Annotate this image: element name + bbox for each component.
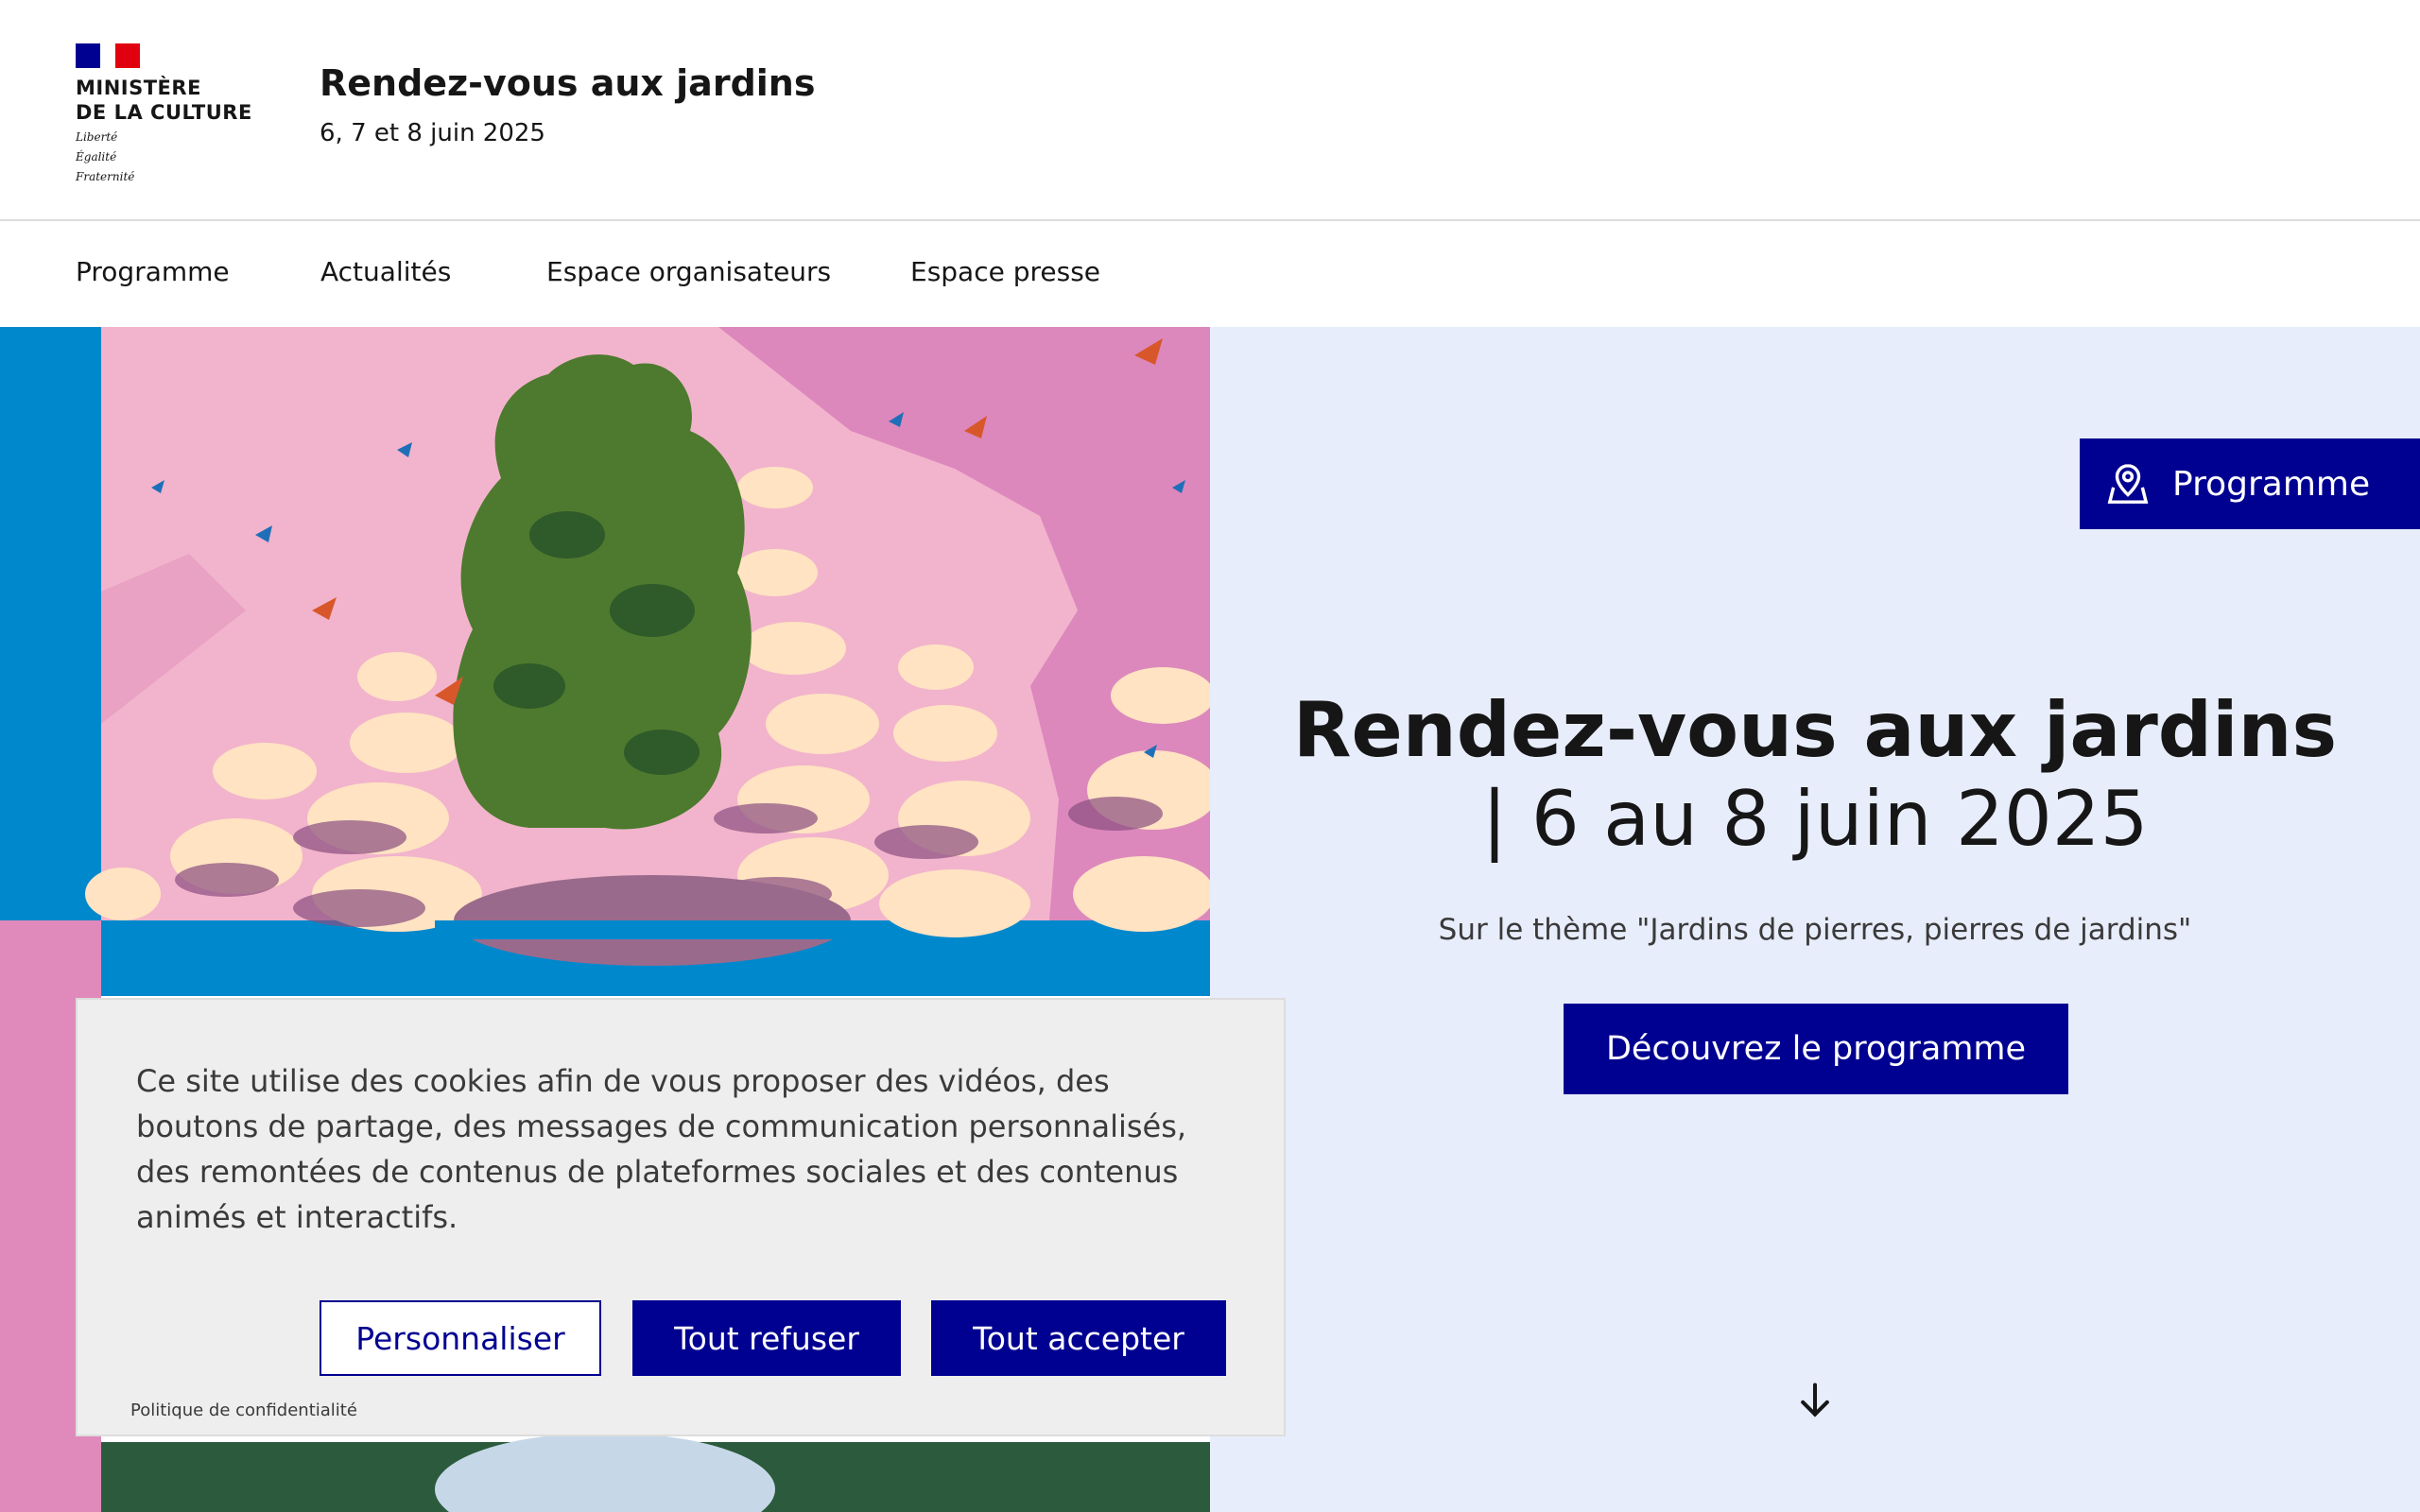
- motto-egalite: Égalité: [76, 150, 117, 163]
- accept-all-button[interactable]: Tout accepter: [931, 1300, 1226, 1376]
- nav-item-actualites[interactable]: Actualités: [320, 223, 451, 327]
- motto-liberte: Liberté: [76, 130, 118, 144]
- refuse-all-button[interactable]: Tout refuser: [632, 1300, 901, 1376]
- customize-button[interactable]: Personnaliser: [320, 1300, 601, 1376]
- ministry-name-line-1: MINISTÈRE: [76, 77, 201, 99]
- discover-program-button[interactable]: Découvrez le programme: [1564, 1004, 2068, 1094]
- ministry-name-line-2: DE LA CULTURE: [76, 101, 252, 124]
- nav-item-programme[interactable]: Programme: [76, 223, 230, 327]
- hero-subtitle: | 6 au 8 juin 2025: [1481, 775, 2149, 863]
- cookie-message: Ce site utilise des cookies afin de vous…: [136, 1063, 1187, 1235]
- hero-theme: Sur le thème "Jardins de pierres, pierre…: [1438, 913, 2192, 947]
- site-dates: 6, 7 et 8 juin 2025: [320, 119, 545, 147]
- hero-panel: Programme Rendez-vous aux jardins | 6 au…: [1210, 327, 2420, 1512]
- arrow-down-icon[interactable]: [1794, 1380, 1836, 1421]
- map-pin-icon: [2107, 464, 2149, 504]
- motto-fraternite: Fraternité: [76, 170, 135, 183]
- nav-item-espace-presse[interactable]: Espace presse: [910, 223, 1100, 327]
- site-title[interactable]: Rendez-vous aux jardins: [320, 62, 815, 104]
- ministry-logo[interactable]: MINISTÈRE DE LA CULTURE Liberté Égalité …: [76, 43, 265, 184]
- program-tab-button[interactable]: Programme: [2080, 438, 2420, 529]
- french-flag-icon: [76, 43, 140, 68]
- nav-item-espace-organisateurs[interactable]: Espace organisateurs: [546, 223, 831, 327]
- privacy-policy-link[interactable]: Politique de confidentialité: [130, 1400, 357, 1420]
- main-nav: Programme Actualités Espace organisateur…: [0, 223, 2420, 327]
- cookie-banner: Ce site utilise des cookies afin de vous…: [76, 998, 1286, 1436]
- site-header: MINISTÈRE DE LA CULTURE Liberté Égalité …: [0, 0, 2420, 221]
- hero-title: Rendez-vous aux jardins: [1292, 686, 2338, 774]
- program-tab-label: Programme: [2172, 464, 2371, 504]
